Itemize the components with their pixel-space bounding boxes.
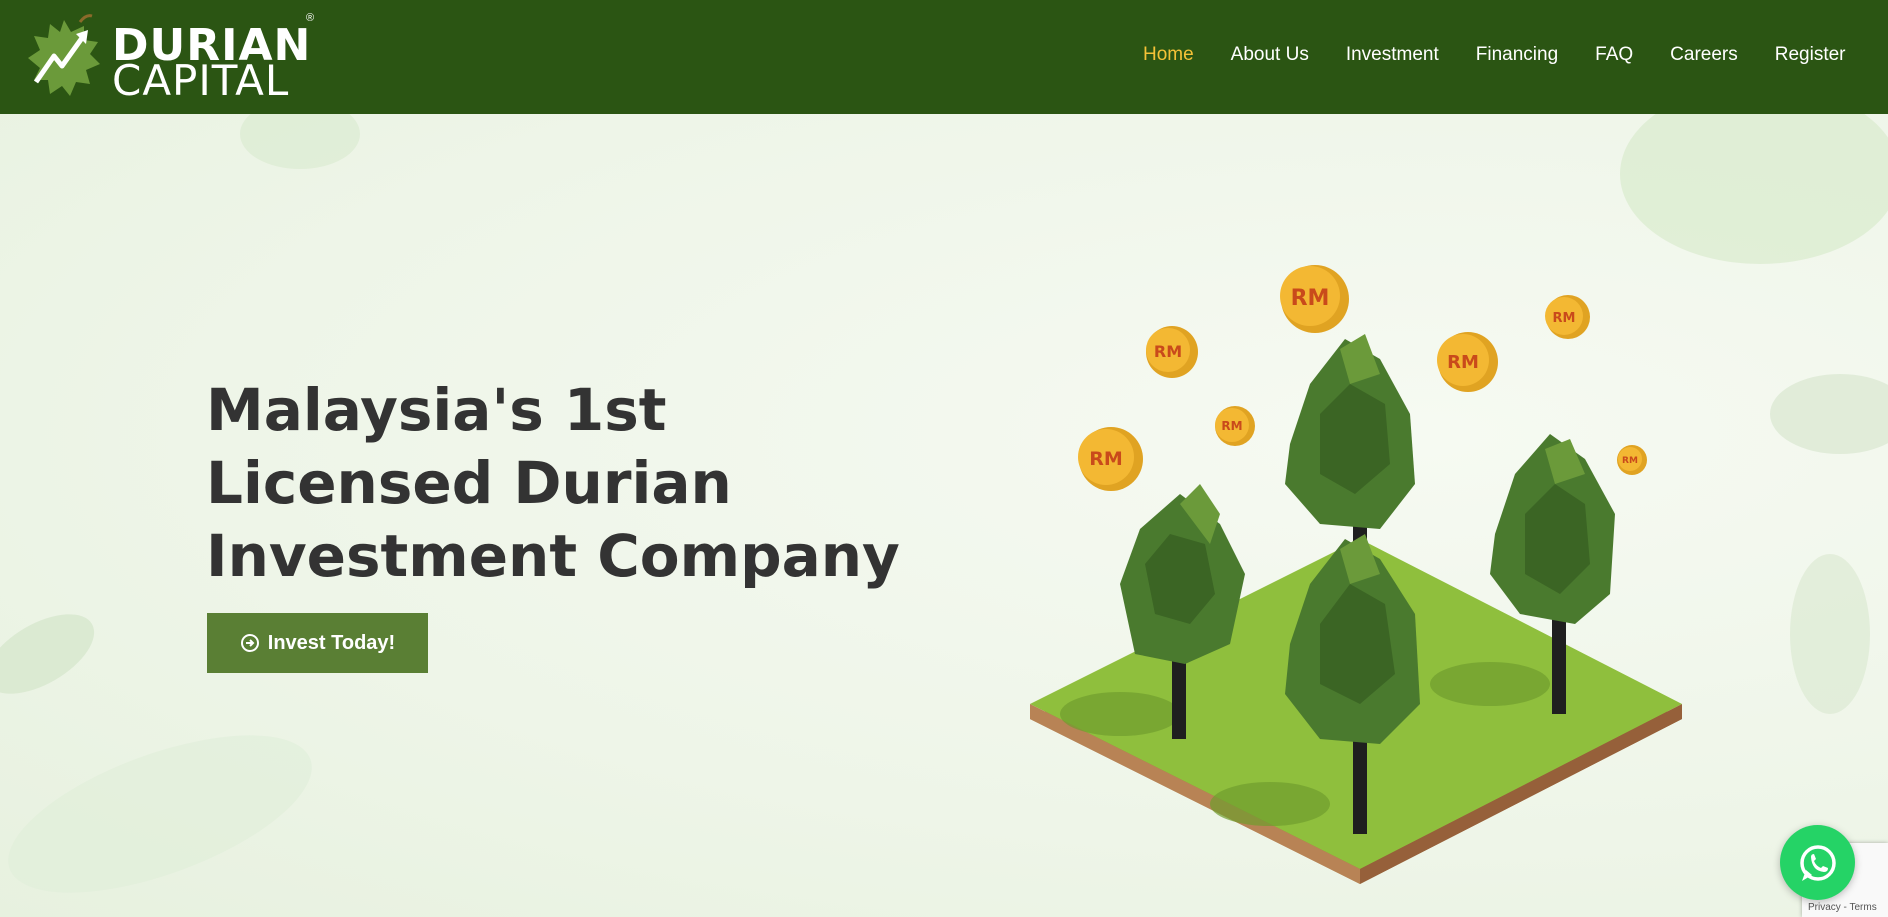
nav-home[interactable]: Home [1124,40,1212,70]
whatsapp-button[interactable] [1780,825,1855,900]
rm-coin: RM [1280,265,1349,333]
site-header: DURIAN CAPITAL ® Home About Us Investmen… [0,0,1888,114]
nav-about-us[interactable]: About Us [1212,40,1327,70]
headline-line-1: Malaysia's 1st [206,376,667,444]
svg-text:RM: RM [1553,311,1576,326]
svg-text:RM: RM [1447,352,1479,373]
durian-logo-icon [28,14,100,96]
durian-farm-illustration: RM RM RM RM RM RM RM [1030,265,1682,884]
rm-coin: RM [1146,326,1198,378]
svg-text:RM: RM [1154,342,1182,361]
svg-text:RM: RM [1622,456,1638,466]
rm-coin: RM [1078,427,1143,491]
hero-section: Malaysia's 1st Licensed Durian Investmen… [0,114,1888,917]
recaptcha-privacy-terms[interactable]: Privacy - Terms [1808,902,1877,913]
arrow-circle-right-icon [240,634,259,652]
headline-line-3: Investment Company [206,522,900,590]
main-nav: Home About Us Investment Financing FAQ C… [1124,40,1864,70]
logo[interactable]: DURIAN CAPITAL ® [24,12,324,102]
hero-headline: Malaysia's 1st Licensed Durian Investmen… [206,374,926,593]
headline-line-2: Licensed Durian [206,449,732,517]
whatsapp-icon [1799,844,1836,881]
svg-text:RM: RM [1221,419,1242,433]
rm-coin: RM [1617,445,1647,475]
rm-coin: RM [1437,332,1498,392]
nav-register[interactable]: Register [1756,40,1864,70]
nav-faq[interactable]: FAQ [1577,40,1652,70]
registered-mark: ® [306,12,315,24]
nav-careers[interactable]: Careers [1652,40,1757,70]
rm-coin: RM [1545,295,1590,339]
rm-coin: RM [1215,406,1255,446]
nav-financing[interactable]: Financing [1457,40,1576,70]
svg-text:RM: RM [1291,286,1330,311]
logo-text-capital: CAPITAL [112,56,290,105]
nav-investment[interactable]: Investment [1327,40,1457,70]
svg-text:RM: RM [1089,448,1123,470]
invest-today-button[interactable]: Invest Today! [207,613,428,673]
invest-today-label: Invest Today! [267,631,396,654]
